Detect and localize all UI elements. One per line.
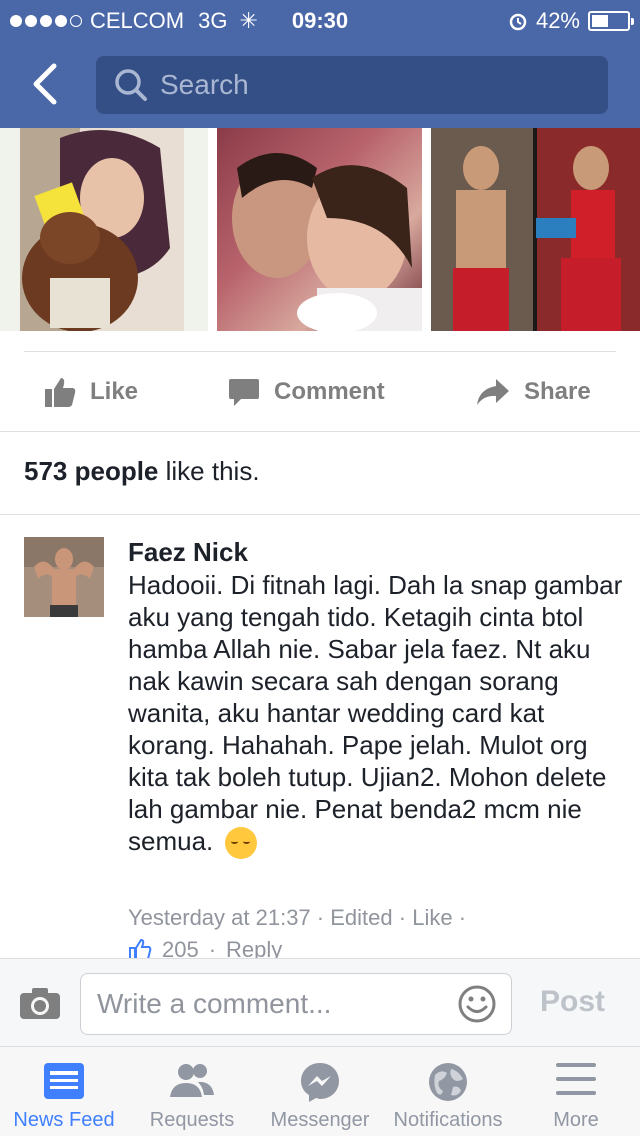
- post-photo-3[interactable]: [431, 128, 640, 331]
- tab-label: More: [553, 1109, 599, 1131]
- comment-like-count[interactable]: 205: [162, 937, 199, 959]
- post-button[interactable]: Post: [540, 985, 605, 1019]
- comment-input[interactable]: Write a comment...: [80, 973, 512, 1035]
- likes-suffix: like this.: [158, 456, 260, 486]
- tab-bar: News Feed Requests Messenger Notificatio…: [0, 1046, 640, 1136]
- like-label: Like: [90, 378, 139, 405]
- comment-button[interactable]: Comment: [228, 352, 385, 432]
- status-bar: CELCOM 3G ✳ 09:30 42%: [0, 0, 640, 40]
- camera-icon[interactable]: [18, 985, 62, 1021]
- comment-timestamp: Yesterday at 21:37: [128, 905, 311, 930]
- requests-icon: [170, 1064, 214, 1097]
- post-photo-2[interactable]: [217, 128, 422, 331]
- battery-icon: [588, 11, 634, 31]
- back-arrow-icon[interactable]: [24, 60, 68, 108]
- notifications-icon: [429, 1063, 467, 1101]
- thumbs-up-outline-icon: [129, 938, 152, 959]
- divider: [0, 431, 640, 432]
- reply-link[interactable]: Reply: [226, 937, 282, 959]
- share-arrow-icon: [477, 379, 509, 405]
- share-button[interactable]: Share: [476, 352, 591, 432]
- comment-bubble-icon: [229, 379, 259, 406]
- comment-meta: Yesterday at 21:37 · Edited · Like ·: [128, 905, 467, 930]
- comment-author[interactable]: Faez Nick: [128, 537, 248, 568]
- post-photo-1[interactable]: [0, 128, 208, 331]
- top-bar: CELCOM 3G ✳ 09:30 42% Search: [0, 0, 640, 128]
- tab-more[interactable]: More: [512, 1047, 640, 1136]
- comment-text: Hadooii. Di fitnah lagi. Dah la snap gam…: [128, 570, 623, 856]
- likes-count: 573 people: [24, 456, 159, 486]
- like-button[interactable]: Like: [44, 352, 138, 432]
- alarm-icon: [509, 13, 527, 31]
- smiley-icon[interactable]: [457, 984, 497, 1024]
- comment-composer: Write a comment... Post: [0, 958, 640, 1046]
- search-field[interactable]: Search: [96, 56, 608, 114]
- messenger-icon: [301, 1063, 339, 1102]
- search-placeholder: Search: [160, 69, 249, 100]
- status-right: 42%: [508, 8, 634, 34]
- thumbs-up-icon: [45, 378, 76, 407]
- battery-percent: 42%: [535, 8, 580, 33]
- more-icon: [556, 1063, 596, 1095]
- post-photos: [0, 128, 640, 332]
- comment-like-link[interactable]: Like: [412, 905, 452, 930]
- comment-text-wrap: Hadooii. Di fitnah lagi. Dah la snap gam…: [128, 569, 628, 860]
- edited-label[interactable]: Edited: [330, 905, 392, 930]
- likes-summary[interactable]: 573 people like this.: [24, 456, 260, 487]
- avatar[interactable]: [24, 537, 104, 617]
- comment-placeholder: Write a comment...: [97, 988, 332, 1019]
- news-feed-icon: [44, 1063, 84, 1099]
- comment: Faez Nick Hadooii. Di fitnah lagi. Dah l…: [0, 514, 640, 959]
- share-label: Share: [524, 378, 591, 405]
- search-icon: [115, 69, 147, 101]
- comment-label: Comment: [274, 378, 385, 405]
- comment-meta-2: 205 · Reply: [128, 937, 282, 959]
- post-actions: Like Comment Share: [0, 352, 640, 432]
- relieved-face-emoji-icon: [224, 827, 257, 860]
